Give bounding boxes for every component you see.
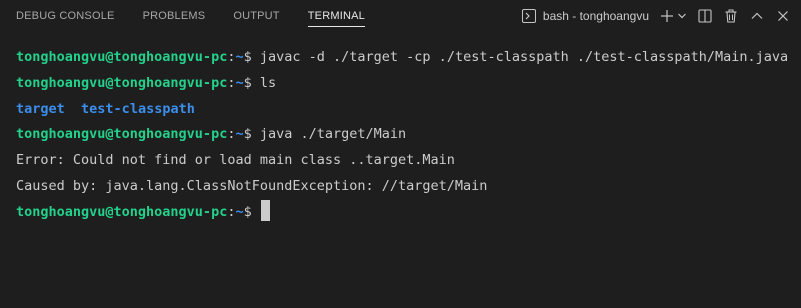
command-text: javac -d ./target -cp ./test-classpath .… bbox=[251, 49, 789, 65]
trash-icon[interactable] bbox=[723, 8, 739, 24]
panel-tabs: DEBUG CONSOLE PROBLEMS OUTPUT TERMINAL bbox=[0, 0, 366, 32]
dir-entry: test-classpath bbox=[81, 100, 195, 117]
terminal-icon bbox=[521, 8, 537, 24]
dir-entry: target bbox=[16, 100, 65, 117]
output-text: Caused by: java.lang.ClassNotFoundExcept… bbox=[16, 177, 488, 194]
terminal-line: Error: Could not find or load main class… bbox=[16, 148, 791, 174]
panel-tab-bar: DEBUG CONSOLE PROBLEMS OUTPUT TERMINAL b… bbox=[0, 0, 801, 32]
prompt-path: ~ bbox=[235, 49, 244, 65]
terminal-selector[interactable]: bash - tonghoangvu bbox=[521, 8, 649, 24]
panel-actions: bash - tonghoangvu bbox=[521, 0, 791, 32]
command-text: java ./target/Main bbox=[251, 126, 407, 143]
terminal-line: tonghoangvu@tonghoangvu-pc:~$ ls bbox=[16, 71, 791, 97]
terminal-output[interactable]: tonghoangvu@tonghoangvu-pc:~$ javac -d .… bbox=[16, 45, 791, 226]
command-text: ls bbox=[251, 74, 277, 91]
close-icon[interactable] bbox=[775, 8, 791, 24]
terminal-line: tonghoangvu@tonghoangvu-pc:~$ java ./tar… bbox=[16, 122, 791, 148]
terminal-line: tonghoangvu@tonghoangvu-pc:~$ javac -d .… bbox=[16, 45, 791, 71]
terminal-line: Caused by: java.lang.ClassNotFoundExcept… bbox=[16, 174, 791, 200]
terminal-line: tonghoangvu@tonghoangvu-pc:~$ bbox=[16, 199, 791, 226]
prompt-path: ~ bbox=[235, 74, 244, 91]
prompt-symbol: $ bbox=[243, 126, 252, 143]
prompt-user: tonghoangvu@tonghoangvu-pc bbox=[16, 126, 228, 143]
tab-problems[interactable]: PROBLEMS bbox=[143, 0, 206, 32]
chevron-up-icon[interactable] bbox=[749, 8, 765, 24]
tab-output[interactable]: OUTPUT bbox=[233, 0, 279, 32]
prompt-path: ~ bbox=[235, 203, 244, 220]
terminal-panel: DEBUG CONSOLE PROBLEMS OUTPUT TERMINAL b… bbox=[0, 0, 801, 308]
prompt-symbol: $ bbox=[243, 74, 252, 91]
tab-terminal[interactable]: TERMINAL bbox=[307, 0, 366, 32]
terminal-line: target test-classpath bbox=[16, 97, 791, 123]
terminal-cursor bbox=[260, 199, 270, 221]
tab-debug-console[interactable]: DEBUG CONSOLE bbox=[16, 0, 115, 32]
prompt-user: tonghoangvu@tonghoangvu-pc bbox=[16, 203, 228, 220]
terminal-name: bash - tonghoangvu bbox=[542, 9, 649, 23]
plus-icon[interactable] bbox=[659, 8, 675, 24]
prompt-symbol: $ bbox=[243, 203, 252, 220]
prompt-user: tonghoangvu@tonghoangvu-pc bbox=[16, 49, 228, 65]
prompt-symbol: $ bbox=[243, 49, 252, 65]
prompt-user: tonghoangvu@tonghoangvu-pc bbox=[16, 74, 228, 91]
chevron-down-icon[interactable] bbox=[677, 8, 687, 24]
output-text: Error: Could not find or load main class… bbox=[16, 152, 455, 169]
split-icon[interactable] bbox=[697, 8, 713, 24]
prompt-path: ~ bbox=[235, 126, 244, 143]
command-text bbox=[252, 204, 260, 220]
